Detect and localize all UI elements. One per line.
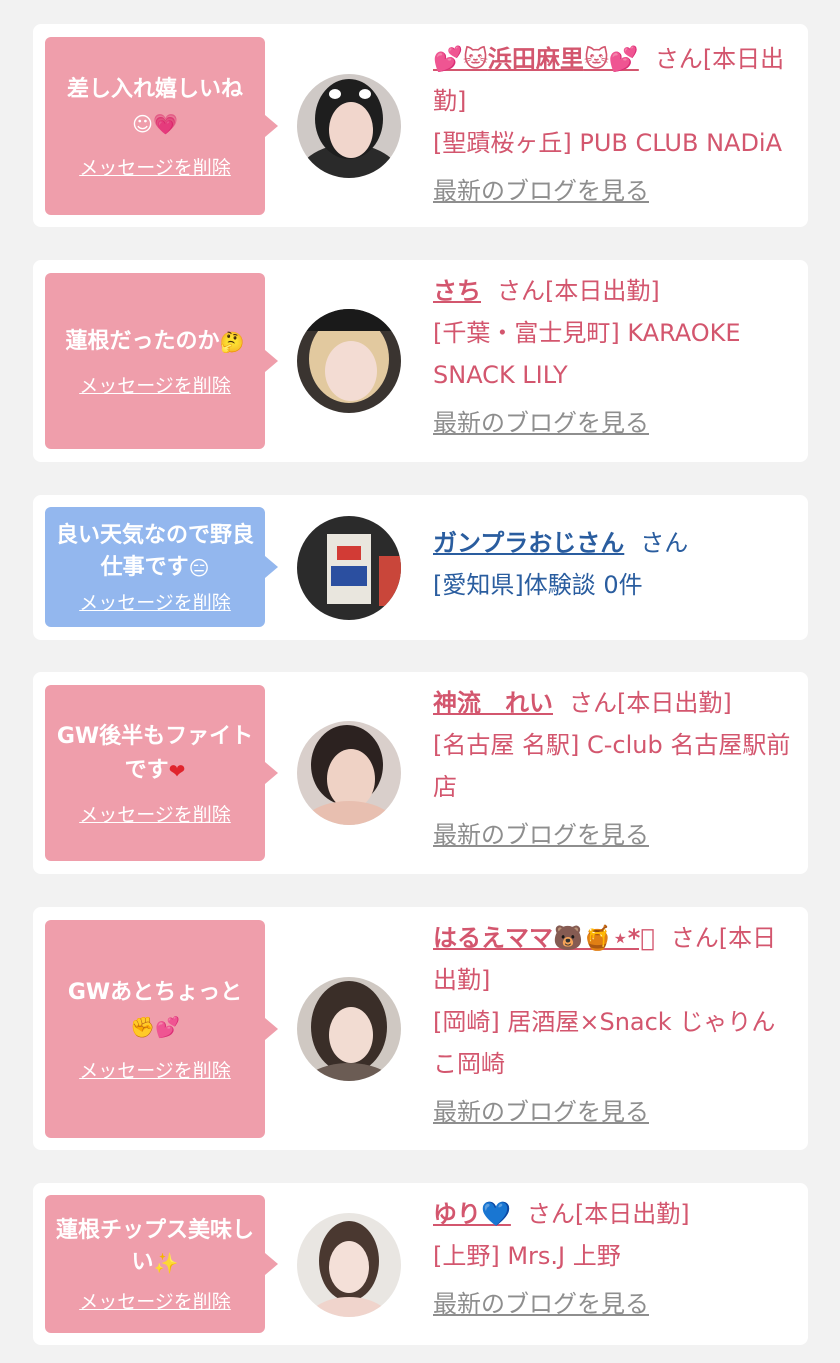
delete-message-link[interactable]: メッセージを削除 [79,800,231,827]
cast-info: 神流 れい さん[本日出勤] [名古屋 名駅] C-club 名古屋駅前店 最新の… [433,682,794,856]
review-count: [愛知県]体験談 0件 [433,571,643,599]
shop-name: [名古屋 名駅] C-club 名古屋駅前店 [433,731,791,801]
avatar[interactable] [297,977,401,1081]
delete-message-link[interactable]: メッセージを削除 [79,588,231,615]
cast-name-link[interactable]: 💕🐱浜田麻里🐱💕 [433,45,639,73]
shop-name: [聖蹟桜ヶ丘] PUB CLUB NADiA [433,129,783,157]
honorific: さん [654,45,703,73]
work-status: [本日出勤] [617,689,732,717]
message-emoji: ✊💕 [130,1014,180,1039]
message-bubble: 良い天気なので野良仕事です😑 メッセージを削除 [45,507,278,627]
cast-name-link[interactable]: 神流 れい [433,689,553,717]
user-info: ガンプラおじさん さん [愛知県]体験談 0件 [433,522,794,606]
message-card: 蓮根チップス美味しい✨ メッセージを削除 ゆり💙 さん[本日出勤] [上野] Mr… [33,1183,808,1345]
message-text: GWあとちょっと ✊💕 [58,976,252,1044]
cast-name-link[interactable]: はるえママ🐻🍯⋆*ﾟ [433,924,655,952]
honorific: さん [640,529,689,557]
delete-message-link[interactable]: メッセージを削除 [79,1056,231,1083]
message-card: 蓮根だったのか🤔 メッセージを削除 さち さん[本日出勤] [千葉・富士見町] K… [33,260,808,462]
message-bubble: 蓮根だったのか🤔 メッセージを削除 [45,273,278,449]
blog-link[interactable]: 最新のブログを見る [433,1283,649,1325]
message-text: GW後半もファイトです❤ [45,720,265,788]
message-bubble: 差し入れ嬉しいね ☺💗 メッセージを削除 [45,37,278,215]
message-card: 差し入れ嬉しいね ☺💗 メッセージを削除 💕🐱浜田麻里🐱💕 さん[本日出勤] [聖… [33,24,808,227]
cast-name-link[interactable]: ゆり💙 [433,1200,511,1228]
message-card: GW後半もファイトです❤ メッセージを削除 神流 れい さん[本日出勤] [名古屋… [33,672,808,874]
blog-link[interactable]: 最新のブログを見る [433,170,649,212]
message-bubble: GW後半もファイトです❤ メッセージを削除 [45,685,278,861]
message-text: 蓮根だったのか🤔 [56,325,255,359]
shop-name: [千葉・富士見町] KARAOKE SNACK LILY [433,319,741,389]
avatar[interactable] [297,721,401,825]
cast-info: ゆり💙 さん[本日出勤] [上野] Mrs.J 上野 最新のブログを見る [433,1193,794,1325]
blog-link[interactable]: 最新のブログを見る [433,814,649,856]
delete-message-link[interactable]: メッセージを削除 [79,1287,231,1314]
message-card: 良い天気なので野良仕事です😑 メッセージを削除 ガンプラおじさん さん [愛知県]… [33,495,808,640]
cast-info: はるえママ🐻🍯⋆*ﾟ さん[本日出勤] [岡崎] 居酒屋×Snack じゃりんこ岡… [433,917,794,1133]
avatar[interactable] [297,1213,401,1317]
avatar[interactable] [297,516,401,620]
cast-info: 💕🐱浜田麻里🐱💕 さん[本日出勤] [聖蹟桜ヶ丘] PUB CLUB NADiA … [433,38,794,212]
message-bubble: GWあとちょっと ✊💕 メッセージを削除 [45,920,278,1138]
shop-name: [岡崎] 居酒屋×Snack じゃりんこ岡崎 [433,1008,776,1078]
honorific: さん [569,689,617,717]
message-emoji: ❤ [168,758,186,783]
work-status: [本日出勤] [545,277,660,305]
message-emoji: ✨ [153,1250,179,1275]
blog-link[interactable]: 最新のブログを見る [433,402,649,444]
message-text: 蓮根チップス美味しい✨ [45,1215,265,1279]
delete-message-link[interactable]: メッセージを削除 [79,153,231,180]
cast-info: さち さん[本日出勤] [千葉・富士見町] KARAOKE SNACK LILY … [433,270,794,444]
message-text: 差し入れ嬉しいね ☺💗 [57,73,253,141]
message-text: 良い天気なので野良仕事です😑 [45,520,265,584]
avatar[interactable] [297,309,401,413]
message-bubble: 蓮根チップス美味しい✨ メッセージを削除 [45,1195,278,1333]
work-status: [本日出勤] [574,1200,690,1228]
blog-link[interactable]: 最新のブログを見る [433,1091,649,1133]
honorific: さん [497,277,545,305]
user-name-link[interactable]: ガンプラおじさん [433,529,624,557]
message-emoji: ☺💗 [132,111,178,136]
message-emoji: 🤔 [219,329,245,354]
delete-message-link[interactable]: メッセージを削除 [79,371,231,398]
message-emoji: 😑 [188,555,210,580]
shop-name: [上野] Mrs.J 上野 [433,1242,621,1270]
cast-name-link[interactable]: さち [433,277,481,305]
avatar[interactable] [297,74,401,178]
honorific: さん [670,924,719,952]
honorific: さん [526,1200,575,1228]
message-card: GWあとちょっと ✊💕 メッセージを削除 はるえママ🐻🍯⋆*ﾟ さん[本日出勤] … [33,907,808,1150]
